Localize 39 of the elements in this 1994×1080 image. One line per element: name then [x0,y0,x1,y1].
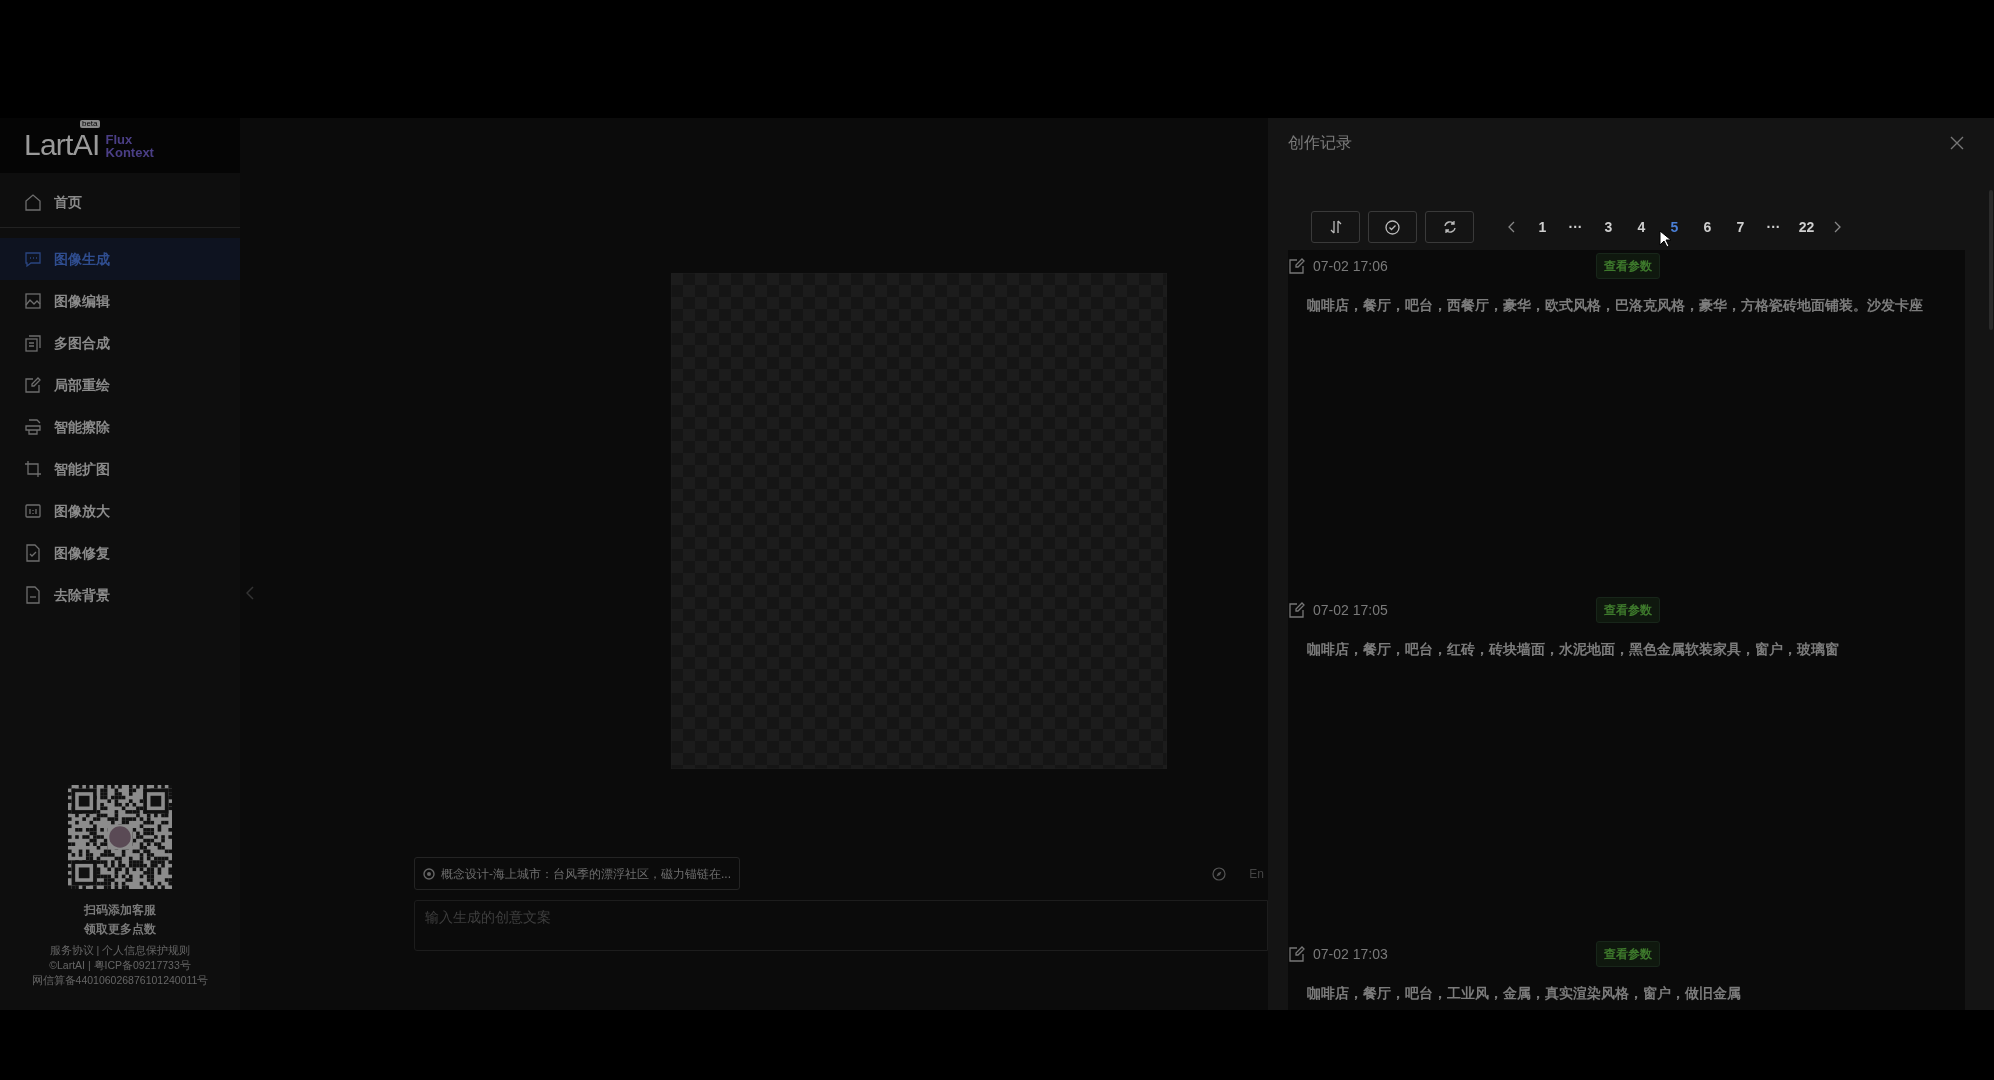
nav-item[interactable]: 图像编辑 [0,280,240,322]
page-number[interactable]: 4 [1625,216,1658,238]
nav-item[interactable]: 局部重绘 [0,364,240,406]
view-params-button[interactable]: 查看参数 [1596,253,1660,279]
page-number[interactable]: 1 [1526,216,1559,238]
copyright-text: ©LartAI | 粤ICP备09217733号 [49,958,191,973]
view-params-button[interactable]: 查看参数 [1596,941,1660,967]
page-number[interactable]: ··· [1757,216,1790,238]
support-caption: 领取更多点数 [84,921,156,938]
nav-item[interactable]: 智能扩图 [0,448,240,490]
filing-text: 网信算备440106026876101240011号 [31,973,209,988]
beta-badge: beta [79,119,100,128]
record-prompt: 咖啡店，餐厅，吧台，红砖，砖块墙面，水泥地面，黑色金属软装家具，窗户，玻璃窗 [1306,640,1840,659]
page-number[interactable]: 5 [1658,216,1691,238]
page-number[interactable]: 22 [1790,216,1823,238]
record-prompt: 咖啡店，餐厅，吧台，西餐厅，豪华，欧式风格，巴洛克风格，豪华，方格瓷砖地面铺装。沙发卡座 [1306,296,1924,315]
nav-item[interactable]: 图像放大 [0,490,240,532]
page-number[interactable]: 3 [1592,216,1625,238]
record-time: 07-02 17:06 [1313,256,1389,276]
nav-item[interactable]: 首页 [0,181,240,223]
nav-item[interactable]: 去除背景 [0,574,240,616]
product-name: Kontext [105,145,154,159]
record-time: 07-02 17:03 [1313,944,1389,964]
nav-item[interactable]: 多图合成 [0,322,240,364]
view-params-button[interactable]: 查看参数 [1596,597,1660,623]
page-number[interactable]: 6 [1691,216,1724,238]
record-prompt: 咖啡店，餐厅，吧台，工业风，金属，真实渲染风格，窗户，做旧金属 [1306,984,1742,1003]
product-name: Flux [105,132,134,146]
logo-wordmark: LartAI [24,127,100,161]
record-time: 07-02 17:05 [1313,600,1389,620]
nav-item[interactable]: 智能擦除 [0,406,240,448]
drawer-title: 创作记录 [1288,133,1352,153]
support-caption: 扫码添加客服 [84,902,156,919]
page-number[interactable]: 7 [1724,216,1757,238]
prompt-chip[interactable]: 概念设计-海上城市：台风季的漂浮社区，磁力锚链在... [414,857,740,890]
nav-item[interactable]: 图像修复 [0,532,240,574]
legal-links[interactable]: 服务协议 | 个人信息保护规则 [49,943,191,958]
prompt-chip-text: 概念设计-海上城市：台风季的漂浮社区，磁力锚链在... [441,865,731,883]
page-number[interactable]: ··· [1559,216,1592,238]
